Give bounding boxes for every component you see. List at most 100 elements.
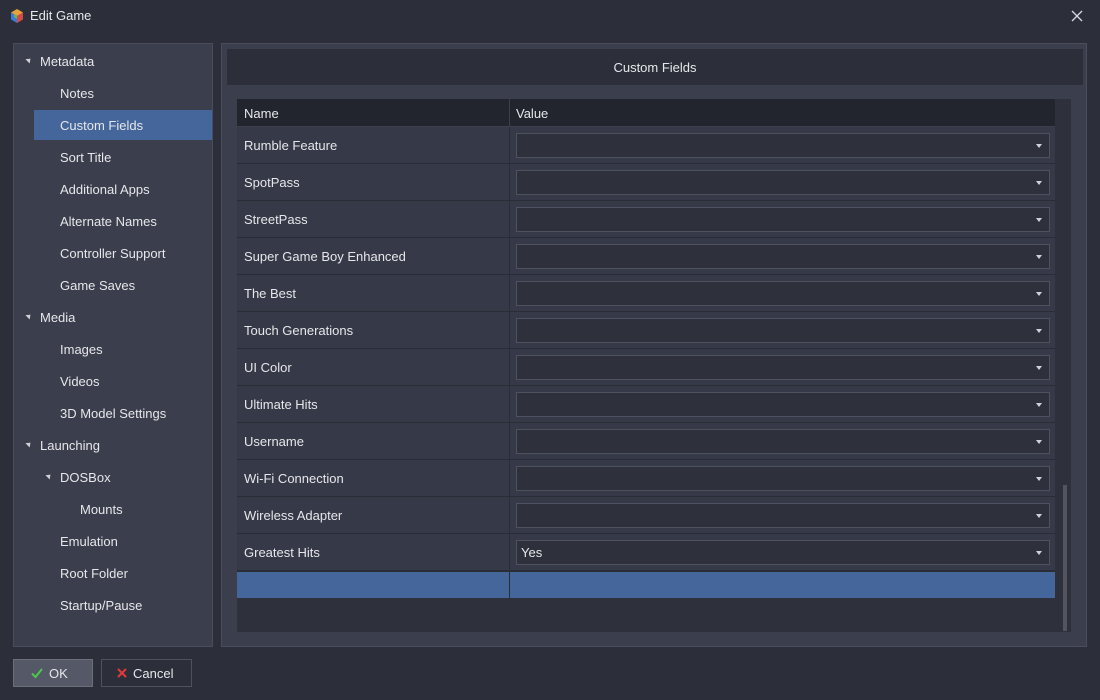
table-row[interactable]: StreetPass (237, 201, 1055, 238)
cancel-label: Cancel (133, 665, 174, 681)
table-row[interactable]: SpotPass (237, 164, 1055, 201)
sidebar-item-label: Images (60, 341, 103, 357)
sidebar-item-videos[interactable]: Videos (14, 366, 212, 396)
table-row[interactable]: Super Game Boy Enhanced (237, 238, 1055, 275)
sidebar-item-label: Custom Fields (60, 117, 144, 133)
field-name: Username (244, 433, 304, 449)
close-button[interactable] (1066, 6, 1088, 26)
column-header-name[interactable]: Name (244, 99, 279, 127)
field-value-dropdown[interactable] (516, 281, 1050, 306)
sidebar-item-label: Root Folder (60, 565, 128, 581)
sidebar-item-startup-pause[interactable]: Startup/Pause (14, 590, 212, 620)
scrollbar-thumb[interactable] (1063, 485, 1067, 631)
grid-header: Name Value (237, 99, 1055, 127)
sidebar-item-launching[interactable]: Launching (14, 430, 212, 460)
field-value-dropdown[interactable] (516, 207, 1050, 232)
sidebar-item-alternate-names[interactable]: Alternate Names (14, 206, 212, 236)
sidebar-item-media[interactable]: Media (14, 302, 212, 332)
sidebar-item-custom-fields[interactable]: Custom Fields (34, 110, 212, 140)
x-icon (117, 668, 127, 678)
sidebar-item-label: Notes (60, 85, 94, 101)
custom-fields-grid: Name Value Rumble Feature SpotPass Stree… (237, 99, 1071, 632)
cell-divider (509, 127, 510, 164)
sidebar-item-label: Additional Apps (60, 181, 150, 197)
field-name: Touch Generations (244, 322, 354, 338)
sidebar-item-sort-title[interactable]: Sort Title (14, 142, 212, 172)
field-name: UI Color (244, 359, 292, 375)
table-row[interactable]: Touch Generations (237, 312, 1055, 349)
sidebar-item-images[interactable]: Images (14, 334, 212, 364)
table-row[interactable]: Wi-Fi Connection (237, 460, 1055, 497)
sidebar-item-label: DOSBox (60, 469, 111, 485)
sidebar-item-label: Alternate Names (60, 213, 157, 229)
field-name: Super Game Boy Enhanced (244, 248, 406, 264)
cell-divider (509, 349, 510, 386)
cell-divider (509, 201, 510, 238)
field-name: The Best (244, 285, 297, 301)
field-value-dropdown[interactable] (516, 318, 1050, 343)
sidebar-item-controller-support[interactable]: Controller Support (14, 238, 212, 268)
expander-triangle-icon[interactable] (45, 472, 53, 480)
cell-divider (509, 460, 510, 497)
cancel-button[interactable]: Cancel (101, 659, 192, 687)
sidebar-item-3d-model-settings[interactable]: 3D Model Settings (14, 398, 212, 428)
field-value-dropdown[interactable] (516, 429, 1050, 454)
sidebar-item-label: Launching (40, 437, 100, 453)
chevron-down-icon (1036, 366, 1042, 370)
sidebar-item-dosbox[interactable]: DOSBox (14, 462, 212, 492)
sidebar-item-label: Metadata (40, 53, 95, 69)
chevron-down-icon (1036, 477, 1042, 481)
table-row[interactable]: Ultimate Hits (237, 386, 1055, 423)
sidebar-item-label: Game Saves (60, 277, 136, 293)
chevron-down-icon (1036, 255, 1042, 259)
field-name: Rumble Feature (244, 137, 338, 153)
dropdown-value: Yes (521, 545, 543, 560)
chevron-down-icon (1036, 551, 1042, 555)
column-separator[interactable] (509, 99, 510, 127)
chevron-down-icon (1036, 218, 1042, 222)
expander-triangle-icon[interactable] (25, 440, 33, 448)
cell-divider (509, 386, 510, 423)
sidebar-item-additional-apps[interactable]: Additional Apps (14, 174, 212, 204)
sidebar-item-label: Mounts (80, 501, 123, 517)
table-row[interactable]: Wireless Adapter (237, 497, 1055, 534)
field-value-dropdown[interactable] (516, 466, 1050, 491)
sidebar-tree: Metadata Notes Custom Fields Sort Title … (13, 43, 213, 647)
field-value-dropdown[interactable] (516, 503, 1050, 528)
new-row-placeholder[interactable] (237, 571, 1055, 599)
cell-divider (509, 238, 510, 275)
sidebar-item-root-folder[interactable]: Root Folder (14, 558, 212, 588)
field-value-dropdown[interactable] (516, 170, 1050, 195)
field-name: Greatest Hits (244, 544, 320, 560)
field-value-dropdown[interactable] (516, 133, 1050, 158)
sidebar-item-game-saves[interactable]: Game Saves (14, 270, 212, 300)
table-row[interactable]: Greatest Hits Yes (237, 534, 1055, 571)
table-row[interactable]: Username (237, 423, 1055, 460)
table-row[interactable]: Rumble Feature (237, 127, 1055, 164)
ok-button[interactable]: OK (13, 659, 93, 687)
chevron-down-icon (1036, 292, 1042, 296)
expander-triangle-icon[interactable] (25, 56, 33, 64)
field-value-dropdown[interactable] (516, 244, 1050, 269)
field-value-dropdown[interactable] (516, 392, 1050, 417)
sidebar-item-notes[interactable]: Notes (14, 78, 212, 108)
table-row[interactable]: UI Color (237, 349, 1055, 386)
sidebar-item-label: Controller Support (60, 245, 166, 261)
sidebar-item-label: Emulation (60, 533, 118, 549)
column-header-value[interactable]: Value (516, 99, 548, 127)
sidebar-item-label: Videos (60, 373, 100, 389)
cell-divider (509, 534, 510, 571)
cell-divider (509, 497, 510, 534)
sidebar-item-emulation[interactable]: Emulation (14, 526, 212, 556)
checkmark-icon (31, 668, 43, 679)
field-value-dropdown[interactable] (516, 355, 1050, 380)
close-icon (1071, 10, 1083, 22)
expander-triangle-icon[interactable] (25, 312, 33, 320)
field-name: Ultimate Hits (244, 396, 318, 412)
field-name: Wi-Fi Connection (244, 470, 344, 486)
field-value-dropdown[interactable]: Yes (516, 540, 1050, 565)
sidebar-item-metadata[interactable]: Metadata (14, 46, 212, 76)
sidebar-item-mounts[interactable]: Mounts (14, 494, 212, 524)
table-row[interactable]: The Best (237, 275, 1055, 312)
chevron-down-icon (1036, 403, 1042, 407)
